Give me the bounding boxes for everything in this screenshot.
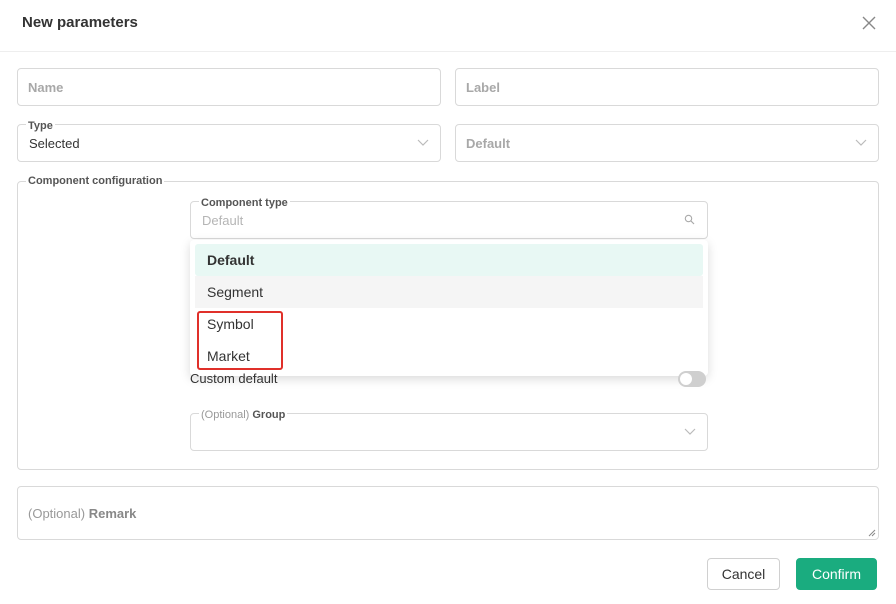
custom-default-label: Custom default [190,371,278,386]
group-label-text: Group [252,409,286,421]
chevron-down-icon [855,139,867,146]
search-icon [684,214,695,225]
type-value: Selected [29,136,80,151]
default-placeholder: Default [466,136,511,151]
chevron-down-icon [417,139,429,146]
new-parameters-dialog: New parameters Name Label Type Selected … [0,0,896,604]
option-symbol[interactable]: Symbol [195,308,703,340]
name-placeholder: Name [28,80,64,95]
type-select[interactable] [17,124,441,162]
remark-optional-prefix: (Optional) [28,506,86,521]
group-label: (Optional) Group [199,409,288,421]
close-icon[interactable] [858,12,880,34]
component-configuration-title: Component configuration [26,175,165,187]
dialog-header: New parameters [0,0,896,52]
toggle-knob [680,373,692,385]
resize-handle-icon[interactable] [866,527,876,537]
label-input[interactable] [455,68,879,106]
component-type-label: Component type [199,197,290,209]
cancel-button[interactable]: Cancel [707,558,780,590]
default-select[interactable] [455,124,879,162]
type-label: Type [26,120,55,132]
component-type-dropdown: Default Segment Symbol Market [190,240,708,376]
name-input[interactable] [17,68,441,106]
group-optional-prefix: (Optional) [201,409,250,421]
label-placeholder: Label [466,80,500,95]
dialog-title: New parameters [22,14,138,31]
remark-label: Remark [88,506,137,521]
chevron-down-icon [684,428,696,435]
option-segment[interactable]: Segment [195,276,703,308]
custom-default-toggle[interactable] [678,371,706,387]
confirm-button[interactable]: Confirm [796,558,877,590]
component-type-placeholder: Default [202,213,244,228]
option-default[interactable]: Default [195,244,703,276]
remark-placeholder: (Optional) Remark [28,506,136,521]
remark-textarea[interactable] [17,486,879,540]
option-market[interactable]: Market [195,340,703,372]
